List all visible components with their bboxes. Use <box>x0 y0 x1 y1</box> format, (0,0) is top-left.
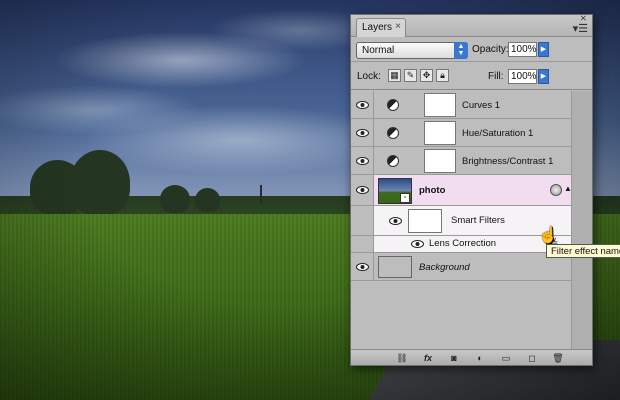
layer-row[interactable]: Curves 1 <box>351 91 571 119</box>
adjustment-layer-icon <box>387 155 399 167</box>
layer-row[interactable]: Hue/Saturation 1 <box>351 119 571 147</box>
lock-image-icon[interactable]: ✎ <box>404 69 417 82</box>
layer-row[interactable]: Brightness/Contrast 1 <box>351 147 571 175</box>
layer-name: Curves 1 <box>462 100 501 111</box>
mask-icon[interactable]: ◙ <box>447 352 461 364</box>
opacity-slider-button[interactable]: ▶ <box>538 42 549 57</box>
new-layer-icon[interactable]: ◻ <box>525 352 539 364</box>
fill-slider-button[interactable]: ▶ <box>538 69 549 84</box>
lock-transparent-icon[interactable]: ▦ <box>388 69 401 82</box>
fx-icon[interactable]: fx <box>421 352 435 364</box>
blend-mode-select[interactable]: Normal ▲ ▼ <box>356 42 468 59</box>
eye-icon[interactable] <box>351 91 374 118</box>
trash-icon[interactable]: 🗑︎ <box>551 352 565 364</box>
eye-icon[interactable] <box>351 147 374 174</box>
eye-icon[interactable] <box>351 253 374 280</box>
layer-name: photo <box>419 185 446 196</box>
layers-list: Curves 1 Hue/Saturation 1 Brightness/Con… <box>351 91 592 351</box>
panel-menu-icon[interactable]: ▾☰ <box>573 22 588 35</box>
layer-name: Hue/Saturation 1 <box>462 128 534 139</box>
adjustment-layer-icon <box>387 99 399 111</box>
adjustment-layer-icon <box>387 127 399 139</box>
panel-tab-bar: Layers × ⨯ ▾☰ <box>351 13 592 37</box>
lock-position-icon[interactable]: ✥ <box>420 69 433 82</box>
layer-row[interactable]: Background <box>351 253 571 281</box>
close-icon[interactable]: × <box>395 21 401 32</box>
filter-name: Lens Correction <box>429 238 497 249</box>
tooltip: Filter effect name <box>546 244 620 258</box>
smart-filter-badge-icon <box>550 184 562 196</box>
smart-filters-label: Smart Filters <box>451 215 505 226</box>
smart-object-icon: ▫ <box>400 193 410 203</box>
filter-mask-thumbnail[interactable] <box>408 209 442 233</box>
layer-mask-thumbnail[interactable] <box>424 93 456 117</box>
fill-input[interactable]: 100% <box>508 69 537 84</box>
blend-mode-value: Normal <box>362 45 395 56</box>
blend-row: Normal ▲ ▼ Opacity: 100% ▶ <box>351 37 592 62</box>
select-arrows-icon: ▲ ▼ <box>454 42 468 59</box>
hand-cursor-icon: ☝ <box>538 227 558 244</box>
fill-label: Fill: <box>488 71 504 82</box>
layer-row-selected[interactable]: ▫ photo ▲ <box>351 175 572 206</box>
layer-mask-thumbnail[interactable] <box>424 121 456 145</box>
eye-icon-spacer <box>351 236 374 252</box>
folder-icon[interactable]: ▭ <box>499 352 513 364</box>
tab-layers[interactable]: Layers × <box>356 18 406 37</box>
opacity-input[interactable]: 100% <box>508 42 537 57</box>
eye-icon[interactable] <box>351 175 374 205</box>
eye-icon[interactable] <box>389 217 402 228</box>
layer-name: Brightness/Contrast 1 <box>462 156 554 167</box>
adjustment-icon[interactable]: ◐ <box>473 352 487 364</box>
panel-footer: ⛓︎ fx ◙ ◐ ▭ ◻ 🗑︎ <box>351 349 592 365</box>
background-thumbnail[interactable] <box>378 256 412 278</box>
layer-name: Background <box>419 262 470 273</box>
layer-mask-thumbnail[interactable] <box>424 149 456 173</box>
lock-row: Lock: ▦ ✎ ✥ 🔒︎ Fill: 100% ▶ <box>351 62 592 90</box>
eye-icon[interactable] <box>411 240 424 251</box>
link-icon[interactable]: ⛓︎ <box>395 352 409 364</box>
layers-panel: Layers × ⨯ ▾☰ Normal ▲ ▼ Opacity: 100% ▶ … <box>350 13 593 366</box>
lock-label: Lock: <box>357 71 381 82</box>
tab-label: Layers <box>362 22 393 33</box>
eye-icon-spacer <box>351 206 374 235</box>
scrollbar[interactable] <box>571 91 592 351</box>
lock-all-icon[interactable]: 🔒︎ <box>436 69 449 82</box>
opacity-label: Opacity: <box>472 44 509 55</box>
eye-icon[interactable] <box>351 119 374 146</box>
